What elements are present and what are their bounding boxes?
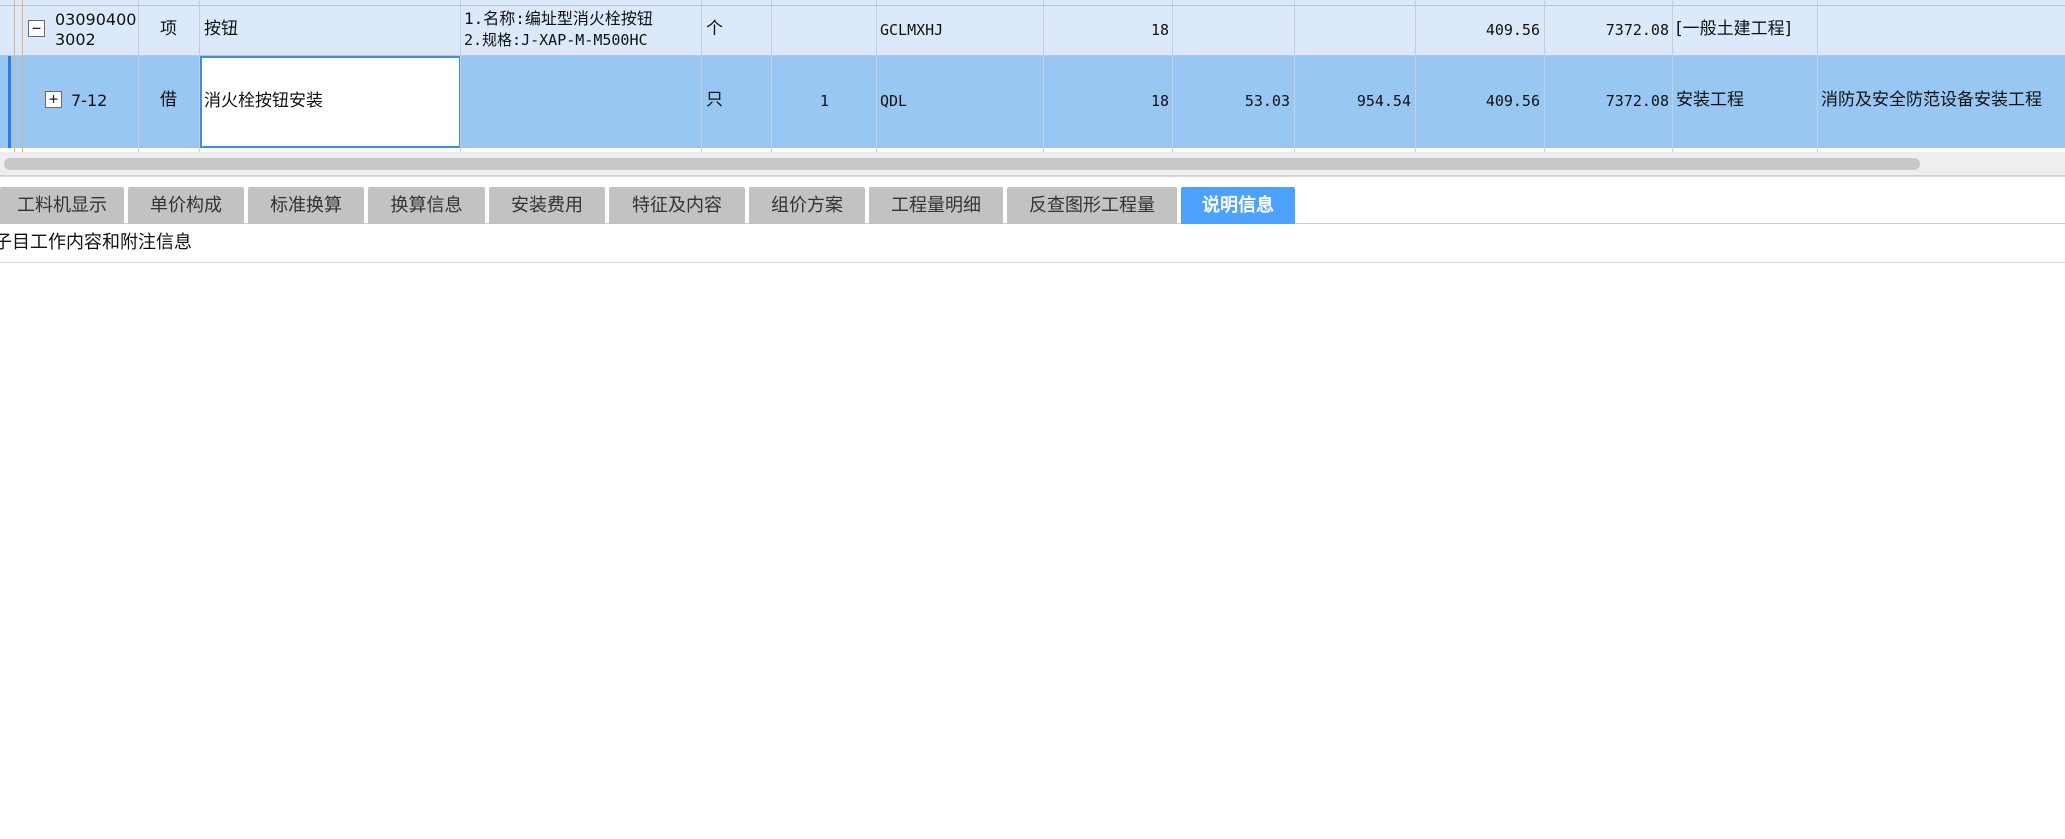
tab-installation-fee[interactable]: 安装费用 [489,187,605,224]
horizontal-scrollbar[interactable] [0,152,2065,176]
quota-composite-price: 409.56 [1485,92,1540,110]
tab-features-content[interactable]: 特征及内容 [609,187,745,224]
quota-code[interactable]: 7-12 [71,91,107,111]
quota-category: 安装工程 [1676,90,1744,110]
item-composite-price: 409.56 [1485,21,1540,39]
item-feature-line1[interactable]: 1.名称:编址型消火栓按钮 [464,9,653,29]
column-divider [701,0,702,152]
column-divider [1672,0,1673,152]
name-edit-cell[interactable]: 消火栓按钮安装 [200,56,461,148]
tab-unit-price-composition[interactable]: 单价构成 [128,187,244,224]
tab-conversion-info[interactable]: 换算信息 [368,187,485,224]
description-label: 子目工作内容和附注信息 [0,232,192,253]
item-feature-line2[interactable]: 2.规格:J-XAP-M-M500HC [464,30,648,50]
item-quantity[interactable]: 18 [1045,20,1169,40]
detail-tabbar: 工料机显示 单价构成 标准换算 换算信息 安装费用 特征及内容 组价方案 工程量… [0,176,2065,224]
scrollbar-thumb[interactable] [4,158,1920,170]
quota-composite-total: 7372.08 [1605,92,1669,110]
bill-grid[interactable]: − 03090400 3002 项 按钮 1.名称:编址型消火栓按钮 2.规格:… [0,0,2065,152]
item-code-line1: 03090400 [55,10,137,29]
selected-row-indicator [8,56,11,148]
quota-type: 借 [160,90,177,110]
quota-unit[interactable]: 只 [706,90,723,110]
item-composite-total: 7372.08 [1605,21,1669,39]
tab-description-info[interactable]: 说明信息 [1181,187,1295,224]
column-divider [771,0,772,152]
table-row-list-item[interactable]: − 03090400 3002 项 按钮 1.名称:编址型消火栓按钮 2.规格:… [0,6,2065,56]
tab-labor-material-machine[interactable]: 工料机显示 [0,187,124,224]
item-name[interactable]: 按钮 [204,19,238,39]
tab-standard-conversion[interactable]: 标准换算 [248,187,364,224]
column-divider [1544,0,1545,152]
item-qty-expression[interactable]: GCLMXHJ [880,20,943,40]
quota-name[interactable]: 消火栓按钮安装 [204,91,323,111]
collapse-icon[interactable]: − [28,20,45,37]
column-divider [1817,0,1818,152]
item-unit[interactable]: 个 [706,19,723,39]
description-content[interactable] [0,263,2065,839]
column-divider [460,0,461,152]
tab-reverse-graphic-quantity[interactable]: 反查图形工程量 [1007,187,1177,224]
quota-unit-price: 53.03 [1244,92,1290,110]
quota-quantity[interactable]: 18 [1045,91,1169,111]
gutter-line [14,0,15,152]
column-divider [199,0,200,152]
column-divider [1294,0,1295,152]
column-divider [1043,0,1044,152]
quota-content[interactable]: 1 [820,91,829,111]
gutter-line [22,0,23,152]
column-divider [138,0,139,152]
item-category: [一般土建工程] [1676,19,1792,39]
tab-pricing-scheme[interactable]: 组价方案 [749,187,865,224]
tab-quantity-details[interactable]: 工程量明细 [869,187,1003,224]
quota-qty-expression[interactable]: QDL [880,91,907,111]
item-code-line2: 3002 [55,30,96,49]
quota-specialty: 消防及安全防范设备安装工程 [1821,90,2042,110]
column-divider [1172,0,1173,152]
column-divider [876,0,877,152]
column-divider [1415,0,1416,152]
item-type: 项 [160,19,177,39]
description-header: 子目工作内容和附注信息 [0,224,2065,263]
expand-icon[interactable]: + [45,91,62,108]
quota-amount: 954.54 [1356,92,1411,110]
